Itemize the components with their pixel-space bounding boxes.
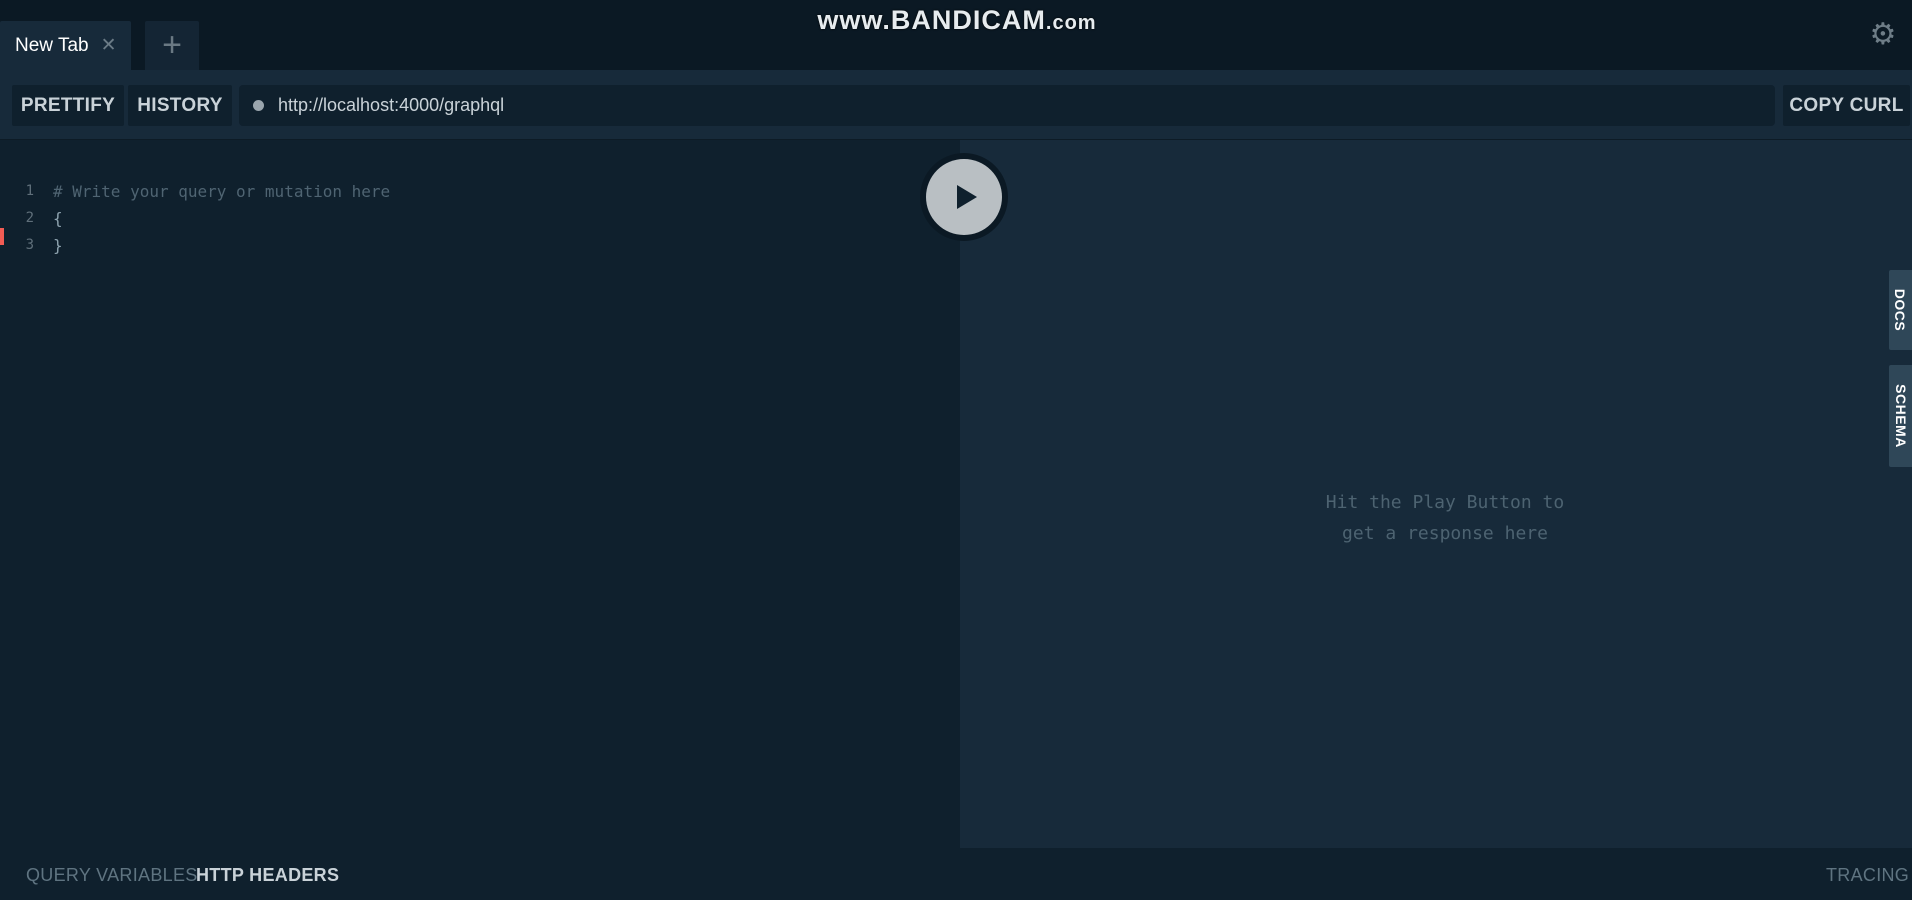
code-text: } [53, 236, 63, 255]
docs-tab[interactable]: DOCS [1889, 270, 1912, 350]
placeholder-line: get a response here [1342, 523, 1548, 544]
tracing-tab[interactable]: TRACING [1826, 865, 1909, 886]
schema-tab-label: SCHEMA [1892, 384, 1909, 448]
close-icon[interactable]: ✕ [101, 36, 117, 55]
play-button-face [926, 159, 1002, 235]
query-editor[interactable]: 1 # Write your query or mutation here 2 … [0, 140, 960, 848]
result-placeholder: Hit the Play Button to get a response he… [1280, 487, 1610, 549]
tab-new-tab[interactable]: New Tab ✕ [0, 21, 131, 70]
history-button[interactable]: HISTORY [128, 85, 232, 126]
status-dot-icon [253, 100, 264, 111]
line-number: 1 [25, 183, 34, 199]
bottom-bar: QUERY VARIABLES HTTP HEADERS TRACING [0, 848, 1912, 900]
play-icon [956, 185, 977, 209]
code-line: 3 } [0, 232, 63, 259]
placeholder-line: Hit the Play Button to [1325, 492, 1565, 513]
code-line: 2 { [0, 205, 63, 232]
code-line: 1 # Write your query or mutation here [0, 178, 391, 205]
tab-bar: New Tab ✕ + www.BANDICAM.com ⚙ [0, 0, 1912, 70]
endpoint-url-input[interactable]: http://localhost:4000/graphql [239, 85, 1775, 126]
prettify-button[interactable]: PRETTIFY [12, 85, 124, 126]
schema-tab[interactable]: SCHEMA [1889, 365, 1912, 467]
copy-curl-button[interactable]: COPY CURL [1783, 85, 1910, 126]
tab-title: New Tab [15, 34, 89, 56]
gear-icon[interactable]: ⚙ [1868, 20, 1898, 50]
error-marker [0, 228, 4, 245]
code-text: { [53, 209, 63, 228]
code-text: # Write your query or mutation here [53, 182, 391, 201]
endpoint-url-text: http://localhost:4000/graphql [278, 95, 505, 115]
line-number: 2 [25, 210, 34, 226]
http-headers-tab[interactable]: HTTP HEADERS [196, 865, 339, 886]
line-number: 3 [25, 237, 34, 253]
query-variables-tab[interactable]: QUERY VARIABLES [26, 865, 198, 886]
graphql-playground: New Tab ✕ + www.BANDICAM.com ⚙ PRETTIFY … [0, 0, 1912, 900]
watermark-main: www.BANDICAM [817, 5, 1046, 35]
plus-icon: + [162, 26, 182, 64]
watermark: www.BANDICAM.com [812, 5, 1102, 36]
execute-query-button[interactable] [920, 153, 1008, 241]
docs-tab-label: DOCS [1892, 288, 1909, 332]
add-tab-button[interactable]: + [145, 21, 199, 70]
watermark-suffix: .com [1045, 12, 1097, 34]
toolbar: PRETTIFY HISTORY http://localhost:4000/g… [0, 70, 1912, 140]
